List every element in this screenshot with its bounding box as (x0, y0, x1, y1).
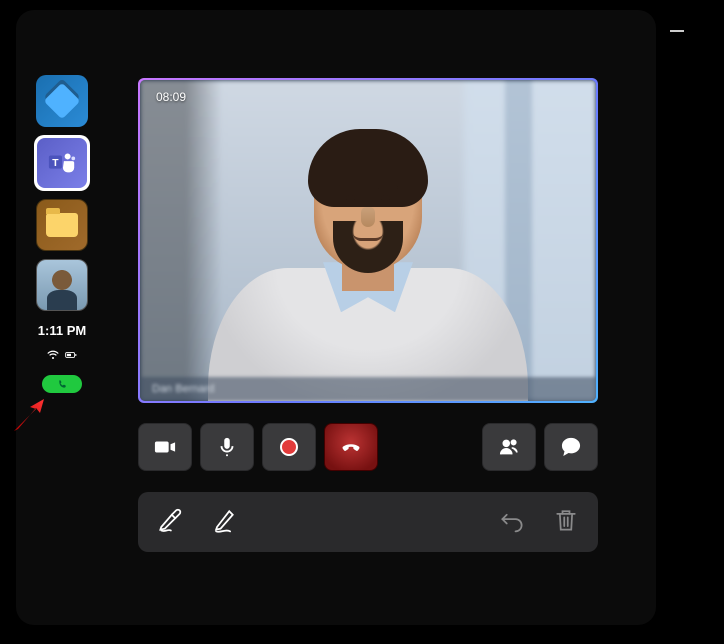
call-timer: 08:09 (156, 90, 186, 104)
dock-app-launcher[interactable] (36, 75, 88, 127)
people-icon (498, 436, 520, 458)
status-tray (47, 349, 77, 361)
diamond-icon (44, 83, 81, 120)
call-controls (138, 420, 598, 474)
phone-icon (57, 379, 68, 390)
ink-toolbar (138, 492, 598, 552)
folder-icon (46, 213, 78, 237)
pen-tool[interactable] (210, 506, 238, 539)
camera-icon (154, 436, 176, 458)
annotation-arrow-icon (10, 395, 50, 435)
participant-name-strip: Dan Bernard (140, 377, 596, 401)
undo-icon (498, 506, 526, 534)
people-button[interactable] (482, 423, 536, 471)
trash-icon (552, 506, 580, 534)
participant-name: Dan Bernard (152, 383, 214, 395)
dock-files[interactable] (36, 199, 88, 251)
video-call-window: 08:09 Dan Bernard (138, 78, 598, 403)
status-clock: 1:11 PM (38, 323, 86, 338)
undo-button[interactable] (498, 506, 526, 539)
hangup-button[interactable] (324, 423, 378, 471)
chat-icon (560, 436, 582, 458)
highlighter-icon (156, 506, 184, 534)
battery-icon (65, 349, 77, 361)
hangup-icon (340, 436, 362, 458)
svg-text:T: T (52, 158, 59, 169)
app-dock: T 1:11 PM (34, 75, 90, 393)
pen-icon (210, 506, 238, 534)
record-button[interactable] (262, 423, 316, 471)
highlighter-tool[interactable] (156, 506, 184, 539)
mic-button[interactable] (200, 423, 254, 471)
teams-icon: T (47, 148, 77, 178)
chat-button[interactable] (544, 423, 598, 471)
camera-button[interactable] (138, 423, 192, 471)
dock-teams-active[interactable]: T (34, 135, 90, 191)
active-call-indicator[interactable] (42, 375, 82, 393)
mic-icon (216, 436, 238, 458)
participant-video (208, 151, 528, 401)
dock-user-avatar[interactable] (36, 259, 88, 311)
avatar-icon (37, 260, 87, 310)
record-icon (280, 438, 298, 456)
minimize-button[interactable] (670, 30, 684, 32)
delete-button[interactable] (552, 506, 580, 539)
wifi-icon (47, 349, 59, 361)
